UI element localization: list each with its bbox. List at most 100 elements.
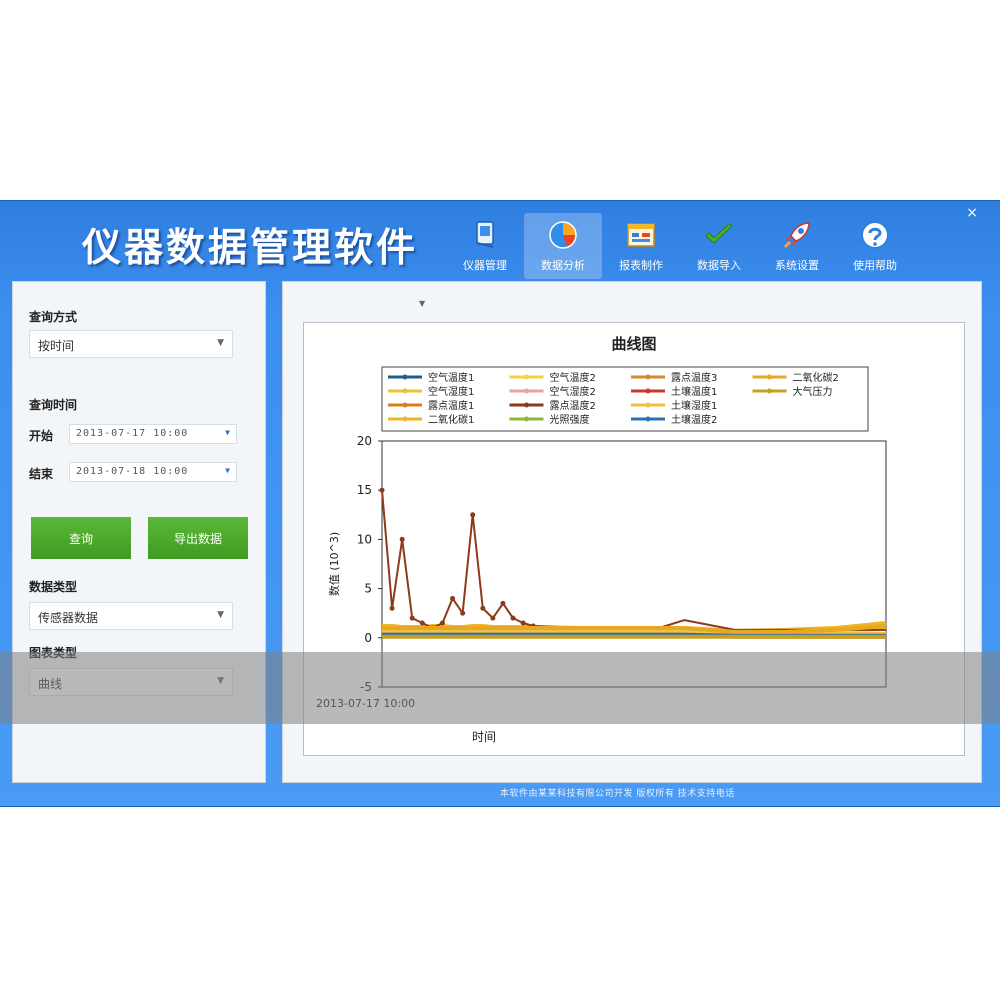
checkmark-icon [703, 219, 735, 251]
y-axis-label: 数值 (10^3) [328, 532, 341, 596]
series-point [460, 610, 466, 616]
query-mode-select[interactable]: 按时间 ▼ [29, 330, 233, 358]
toolbar-item-help[interactable]: 使用帮助 [836, 213, 914, 279]
toolbar-label: 数据导入 [697, 259, 741, 272]
series-point [450, 595, 456, 601]
end-date-label: 结束 [29, 467, 54, 481]
y-tick-label: 15 [357, 483, 372, 497]
data-type-select[interactable]: 传感器数据 ▼ [29, 602, 233, 630]
series-point [500, 600, 506, 606]
series-point [510, 615, 516, 621]
legend-entry: 土壤湿度1 [671, 399, 717, 412]
data-type-value: 传感器数据 [38, 611, 99, 625]
pie-chart-icon [547, 219, 579, 251]
status-bar: 本软件由某某科技有限公司开发 版权所有 技术支持电话 [500, 789, 735, 799]
chevron-down-icon: ▼ [225, 466, 231, 475]
legend-entry: 空气湿度1 [428, 385, 474, 398]
export-button[interactable]: 导出数据 [148, 517, 248, 559]
chart-container: 曲线图 空气温度1 空气湿度1 露点温度1 二氧化碳1 空气温度2 空气湿度2 露点温度2 光照… [303, 322, 965, 756]
main-toolbar: 仪器管理 数据分析 报表制作 数据导入 系统设置 使用帮助 [446, 213, 914, 281]
legend-entry: 土壤温度2 [671, 413, 717, 426]
start-date-value: 2013-07-17 10:00 [76, 428, 189, 439]
chart-type-select[interactable]: 曲线 ▼ [29, 668, 233, 696]
series-point [409, 615, 415, 621]
chart-selector[interactable]: ▼ [319, 298, 429, 318]
legend-entry: 光照强度 [550, 413, 590, 426]
query-sidebar: 查询方式 按时间 ▼ 查询时间 开始 2013-07-17 10:00 ▼ 结束… [12, 281, 266, 783]
toolbar-label: 系统设置 [775, 259, 819, 272]
device-icon [469, 219, 501, 251]
y-tick-label: 10 [357, 532, 372, 546]
legend-marker [524, 416, 529, 422]
chevron-down-icon: ▼ [225, 428, 231, 437]
end-date-value: 2013-07-18 10:00 [76, 466, 189, 477]
start-date-row: 开始 2013-07-17 10:00 ▼ [29, 424, 239, 446]
series-point [419, 620, 425, 626]
toolbar-label: 数据分析 [541, 259, 585, 272]
app-title: 仪器数据管理软件 [82, 226, 419, 271]
report-icon [625, 219, 657, 251]
series-point [379, 487, 385, 493]
legend-entry: 二氧化碳1 [428, 413, 474, 426]
chevron-down-icon: ▼ [419, 299, 426, 308]
legend-marker [767, 388, 772, 394]
chart-panel: ▼ 曲线图 空气温度1 空气湿度1 露点温度1 二氧化碳1 空气温度2 空气湿度2 露点温度2… [282, 281, 982, 783]
chevron-down-icon: ▼ [217, 610, 224, 620]
legend-marker [524, 374, 529, 380]
start-date-label: 开始 [29, 429, 54, 443]
y-tick-label: 20 [357, 434, 372, 448]
line-chart: 曲线图空气温度1空气湿度1露点温度1二氧化碳1 空气温度2空气湿度2露点温度2光照… [316, 335, 887, 744]
series-point [520, 620, 526, 626]
series-point [399, 536, 405, 542]
y-tick-label: -5 [360, 680, 372, 694]
toolbar-label: 仪器管理 [463, 259, 507, 272]
toolbar-item-device-management[interactable]: 仪器管理 [446, 213, 524, 279]
toolbar-label: 报表制作 [619, 259, 663, 272]
query-time-label: 查询时间 [29, 398, 78, 412]
toolbar-item-data-import[interactable]: 数据导入 [680, 213, 758, 279]
legend-entry: 空气温度2 [550, 371, 596, 384]
data-type-label: 数据类型 [29, 580, 78, 594]
legend-marker [645, 402, 651, 408]
start-date-input[interactable]: 2013-07-17 10:00 ▼ [69, 424, 237, 444]
legend-entry: 露点温度2 [550, 399, 596, 412]
chart-type-label: 图表类型 [29, 646, 78, 660]
legend-entry: 大气压力 [793, 385, 833, 398]
y-tick-label: 5 [364, 582, 372, 596]
series-point [470, 512, 476, 518]
legend-marker [645, 388, 651, 394]
help-icon [859, 219, 891, 251]
legend-entry: 露点温度3 [671, 371, 717, 384]
chevron-down-icon: ▼ [217, 676, 224, 686]
series-point [480, 605, 486, 611]
x-axis-label: 时间 [472, 730, 496, 744]
legend-marker [402, 402, 408, 408]
legend-marker [767, 374, 772, 380]
chart-title: 曲线图 [611, 335, 656, 353]
legend-marker [402, 374, 408, 380]
close-icon[interactable]: × [966, 205, 978, 221]
toolbar-item-system-settings[interactable]: 系统设置 [758, 213, 836, 279]
toolbar-label: 使用帮助 [853, 259, 897, 272]
legend-marker [645, 374, 651, 380]
legend-entry: 空气湿度2 [550, 385, 596, 398]
toolbar-item-report[interactable]: 报表制作 [602, 213, 680, 279]
rocket-icon [781, 219, 813, 251]
legend-marker [402, 416, 408, 422]
query-mode-value: 按时间 [38, 339, 75, 353]
legend-entry: 露点温度1 [428, 399, 474, 412]
series-point [389, 605, 395, 611]
query-mode-label: 查询方式 [29, 310, 78, 324]
end-date-input[interactable]: 2013-07-18 10:00 ▼ [69, 462, 237, 482]
y-tick-label: 0 [364, 631, 372, 645]
x-start-label: 2013-07-17 10:00 [316, 697, 415, 710]
chevron-down-icon: ▼ [217, 338, 224, 348]
chart-type-value: 曲线 [38, 677, 63, 691]
legend-marker [524, 388, 529, 394]
query-button[interactable]: 查询 [31, 517, 131, 559]
series-point [439, 620, 445, 626]
series-point [490, 615, 496, 621]
legend-marker [402, 388, 408, 394]
app-window: × 仪器数据管理软件 仪器管理 数据分析 报表制作 数据导入 系统设置 使用帮助… [0, 200, 1000, 807]
toolbar-item-data-analysis[interactable]: 数据分析 [524, 213, 602, 279]
